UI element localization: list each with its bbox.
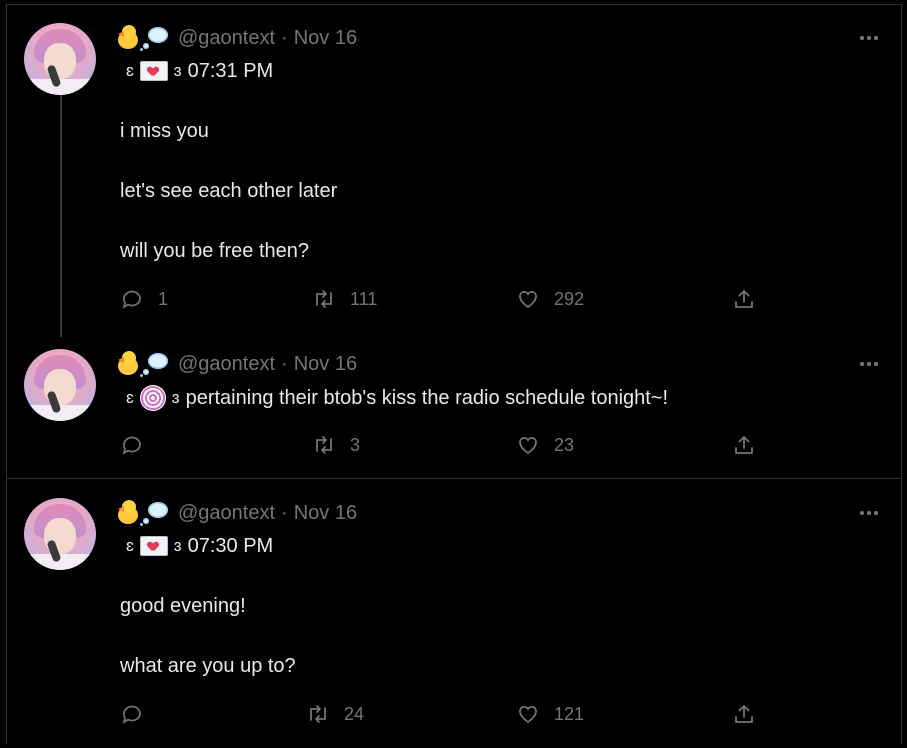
tweet-header: @gaontext · Nov 16	[114, 25, 357, 51]
separator-dot: ·	[281, 352, 288, 375]
tweet-date[interactable]: Nov 16	[294, 353, 357, 376]
retweet-count: 3	[350, 434, 361, 455]
reply-button[interactable]	[120, 433, 158, 457]
more-icon[interactable]	[857, 504, 881, 522]
envelope-heart-emoji-icon	[139, 536, 168, 556]
avatar[interactable]	[24, 23, 96, 95]
share-button[interactable]	[732, 702, 756, 726]
tweet-divider	[6, 478, 902, 479]
retweet-count: 111	[350, 288, 378, 309]
author-handle[interactable]: @gaontext	[178, 27, 275, 50]
thought-bubble-emoji-icon	[140, 500, 170, 526]
swirl-emoji-icon	[139, 385, 166, 411]
tweet-header: @gaontext · Nov 16	[114, 500, 357, 526]
like-count: 292	[554, 288, 585, 309]
retweet-count: 24	[344, 703, 365, 724]
bracket-right: ɜ	[173, 536, 182, 555]
tweet-text-line: i miss you	[120, 120, 209, 142]
thought-bubble-emoji-icon	[140, 351, 170, 377]
retweet-icon	[316, 290, 332, 308]
like-count: 121	[554, 703, 585, 724]
tweet-header: @gaontext · Nov 16	[114, 351, 357, 377]
headline-text: pertaining their btob's kiss the radio s…	[185, 386, 669, 409]
chick-emoji-icon	[114, 500, 140, 526]
reply-icon	[122, 436, 141, 455]
tweet-actions: 1 111 292	[120, 287, 760, 311]
like-button[interactable]: 121	[516, 702, 584, 726]
tweet-headline: ɛ ɜ pertaining their btob's kiss the rad…	[120, 384, 668, 412]
bracket-right: ɜ	[173, 61, 182, 80]
thought-bubble-emoji-icon	[140, 25, 170, 51]
reply-button[interactable]	[120, 702, 158, 726]
reply-button[interactable]: 1	[120, 287, 168, 311]
tweet-headline: ɛ ɜ 07:31 PM	[120, 57, 273, 85]
retweet-button[interactable]: 24	[306, 702, 364, 726]
headline-text: 07:30 PM	[187, 534, 274, 557]
author-handle[interactable]: @gaontext	[178, 502, 275, 525]
more-icon[interactable]	[857, 355, 881, 373]
envelope-heart-emoji-icon	[139, 61, 168, 81]
avatar[interactable]	[24, 349, 96, 421]
tweet-headline: ɛ ɜ 07:30 PM	[120, 532, 273, 560]
like-count: 23	[554, 434, 575, 455]
reply-count: 1	[158, 288, 169, 309]
retweet-button[interactable]: 111	[312, 287, 377, 311]
tweet-date[interactable]: Nov 16	[294, 27, 357, 50]
heart-icon	[519, 290, 537, 309]
share-button[interactable]	[732, 287, 756, 311]
tweet-text-line: what are you up to?	[120, 655, 296, 677]
headline-text: 07:31 PM	[187, 59, 274, 82]
bracket-left: ɛ	[126, 61, 134, 80]
tweet-date[interactable]: Nov 16	[294, 502, 357, 525]
retweet-icon	[310, 705, 326, 723]
bracket-right: ɜ	[171, 388, 180, 407]
retweet-button[interactable]: 3	[312, 433, 360, 457]
reply-icon	[122, 705, 141, 724]
like-button[interactable]: 23	[516, 433, 574, 457]
tweet-text-line: will you be free then?	[120, 240, 310, 262]
tweet-text-line: let's see each other later	[120, 180, 338, 202]
tweet-actions: 3 23	[120, 433, 760, 457]
tweet-actions: 24 121	[120, 702, 760, 726]
separator-dot: ·	[281, 501, 288, 524]
bracket-left: ɛ	[126, 536, 134, 555]
share-icon	[735, 705, 753, 723]
share-icon	[735, 436, 753, 454]
more-icon[interactable]	[857, 29, 881, 47]
heart-icon	[519, 705, 537, 724]
reply-icon	[122, 290, 141, 309]
share-icon	[735, 290, 753, 308]
bracket-left: ɛ	[126, 388, 134, 407]
chick-emoji-icon	[114, 351, 140, 377]
thread-connector-line	[60, 95, 62, 337]
author-handle[interactable]: @gaontext	[178, 353, 275, 376]
heart-icon	[519, 436, 537, 455]
separator-dot: ·	[281, 26, 288, 49]
like-button[interactable]: 292	[516, 287, 584, 311]
share-button[interactable]	[732, 433, 756, 457]
tweet-text-line: good evening!	[120, 595, 246, 617]
avatar[interactable]	[24, 498, 96, 570]
retweet-icon	[316, 436, 332, 454]
chick-emoji-icon	[114, 25, 140, 51]
